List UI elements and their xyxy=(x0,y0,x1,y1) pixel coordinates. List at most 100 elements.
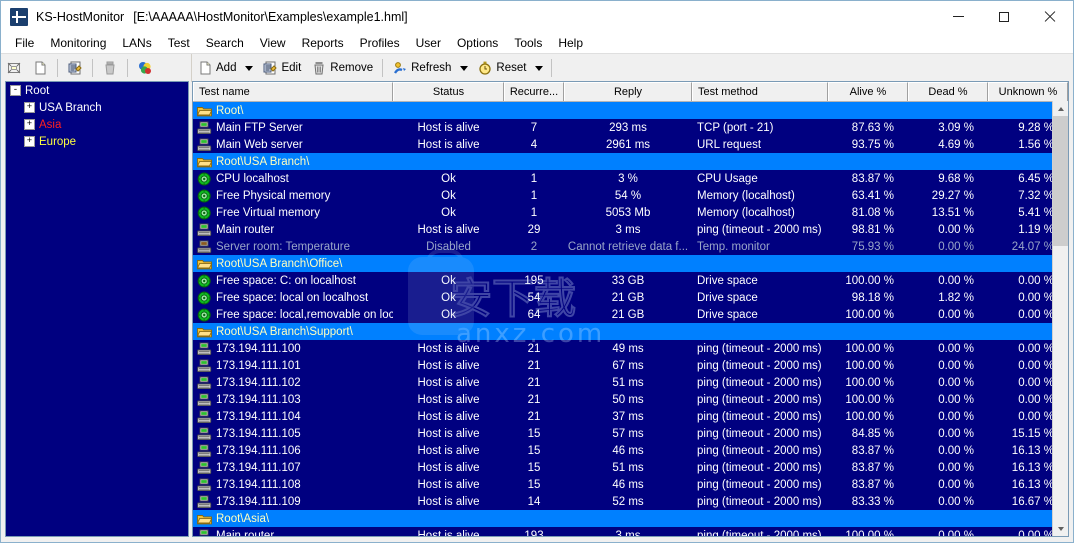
menu-item-options[interactable]: Options xyxy=(449,34,506,52)
menu-item-lans[interactable]: LANs xyxy=(114,34,159,52)
table-row[interactable]: Main FTP ServerHost is alive7293 msTCP (… xyxy=(193,119,1068,136)
test-name: Free space: local,removable on loc... xyxy=(216,309,393,321)
vertical-scrollbar[interactable] xyxy=(1052,101,1068,536)
folder-group-row[interactable]: Root\ xyxy=(193,102,1068,119)
menu-item-profiles[interactable]: Profiles xyxy=(352,34,408,52)
tree-expand-icon[interactable]: + xyxy=(24,119,35,130)
table-row[interactable]: 173.194.111.101Host is alive2167 msping … xyxy=(193,357,1068,374)
column-header-recurre[interactable]: Recurre... xyxy=(504,82,564,101)
column-header-alive[interactable]: Alive % xyxy=(828,82,908,101)
tree-node-usa-branch[interactable]: +USA Branch xyxy=(6,99,188,116)
cell-dead: 0.00 % xyxy=(908,377,988,389)
new-folder-button[interactable] xyxy=(2,56,26,80)
refresh-icon xyxy=(392,60,408,76)
menu-item-help[interactable]: Help xyxy=(550,34,591,52)
column-header-test-name[interactable]: Test name xyxy=(193,82,393,101)
delete-button[interactable] xyxy=(98,56,122,80)
table-row[interactable]: 173.194.111.109Host is alive1452 msping … xyxy=(193,493,1068,510)
tree-node-europe[interactable]: +Europe xyxy=(6,133,188,150)
table-row[interactable]: Free space: local,removable on loc...Ok6… xyxy=(193,306,1068,323)
table-row[interactable]: Main routerHost is alive293 msping (time… xyxy=(193,221,1068,238)
cell-dead: 1.82 % xyxy=(908,292,988,304)
menu-item-view[interactable]: View xyxy=(252,34,294,52)
column-header-test-method[interactable]: Test method xyxy=(692,82,828,101)
menu-item-user[interactable]: User xyxy=(408,34,449,52)
add-dropdown[interactable] xyxy=(241,56,257,80)
table-row[interactable]: Free Physical memoryOk154 %Memory (local… xyxy=(193,187,1068,204)
folder-group-row[interactable]: Root\USA Branch\ xyxy=(193,153,1068,170)
cell-reply: 21 GB xyxy=(564,292,692,304)
tree-node-root[interactable]: -Root xyxy=(6,82,188,99)
table-row[interactable]: Server room: TemperatureDisabled2Cannot … xyxy=(193,238,1068,255)
palette-button[interactable] xyxy=(133,56,157,80)
folder-group-row[interactable]: Root\Asia\ xyxy=(193,510,1068,527)
table-row[interactable]: 173.194.111.105Host is alive1557 msping … xyxy=(193,425,1068,442)
table-row[interactable]: Main Web serverHost is alive42961 msURL … xyxy=(193,136,1068,153)
table-row[interactable]: 173.194.111.106Host is alive1546 msping … xyxy=(193,442,1068,459)
add-button[interactable]: Add xyxy=(193,56,240,80)
cell-dead: 0.00 % xyxy=(908,275,988,287)
folder-group-row[interactable]: Root\USA Branch\Support\ xyxy=(193,323,1068,340)
reset-dropdown[interactable] xyxy=(531,56,547,80)
table-row[interactable]: CPU localhostOk13 %CPU Usage83.87 %9.68 … xyxy=(193,170,1068,187)
tree-expand-icon[interactable]: + xyxy=(24,102,35,113)
scrollbar-thumb[interactable] xyxy=(1053,116,1068,246)
edit-button[interactable]: Edit xyxy=(258,56,305,80)
column-header-dead[interactable]: Dead % xyxy=(908,82,988,101)
menu-item-file[interactable]: File xyxy=(7,34,42,52)
table-row[interactable]: 173.194.111.100Host is alive2149 msping … xyxy=(193,340,1068,357)
cell-alive: 63.41 % xyxy=(828,190,908,202)
folder-tree-panel[interactable]: -Root+USA Branch+Asia+Europe xyxy=(5,81,189,537)
minimize-button[interactable] xyxy=(935,1,981,32)
reset-button[interactable]: Reset xyxy=(473,56,530,80)
tree-node-asia[interactable]: +Asia xyxy=(6,116,188,133)
tree-collapse-icon[interactable]: - xyxy=(10,85,21,96)
scroll-down-button[interactable] xyxy=(1053,521,1068,536)
menu-item-monitoring[interactable]: Monitoring xyxy=(42,34,114,52)
cell-alive: 84.85 % xyxy=(828,428,908,440)
table-row[interactable]: 173.194.111.104Host is alive2137 msping … xyxy=(193,408,1068,425)
menu-item-test[interactable]: Test xyxy=(160,34,198,52)
folder-icon xyxy=(197,257,212,271)
remove-label: Remove xyxy=(330,62,373,74)
test-name: 173.194.111.102 xyxy=(216,377,301,389)
gauge-icon xyxy=(197,291,212,305)
table-row[interactable]: 173.194.111.108Host is alive1546 msping … xyxy=(193,476,1068,493)
table-row[interactable]: Main routerHost is alive1933 msping (tim… xyxy=(193,527,1068,536)
properties-button[interactable] xyxy=(63,56,87,80)
remove-button[interactable]: Remove xyxy=(307,56,377,80)
refresh-dropdown[interactable] xyxy=(456,56,472,80)
refresh-button[interactable]: Refresh xyxy=(388,56,455,80)
test-name: Root\Asia\ xyxy=(216,513,269,525)
test-name: 173.194.111.107 xyxy=(216,462,301,474)
cell-status: Host is alive xyxy=(393,122,504,134)
test-name: 173.194.111.104 xyxy=(216,411,301,423)
cell-alive: 93.75 % xyxy=(828,139,908,151)
tree-expand-icon[interactable]: + xyxy=(24,136,35,147)
cell-reply: 51 ms xyxy=(564,462,692,474)
table-row[interactable]: 173.194.111.103Host is alive2150 msping … xyxy=(193,391,1068,408)
menu-item-tools[interactable]: Tools xyxy=(506,34,550,52)
close-button[interactable] xyxy=(1027,1,1073,32)
column-header-unknown[interactable]: Unknown % xyxy=(988,82,1068,101)
test-name: 173.194.111.100 xyxy=(216,343,301,355)
maximize-button[interactable] xyxy=(981,1,1027,32)
cell-status: Host is alive xyxy=(393,343,504,355)
column-header-status[interactable]: Status xyxy=(393,82,504,101)
table-row[interactable]: 173.194.111.107Host is alive1551 msping … xyxy=(193,459,1068,476)
window-controls xyxy=(935,1,1073,32)
cell-reply: 3 ms xyxy=(564,530,692,537)
cell-alive: 83.87 % xyxy=(828,445,908,457)
list-rows[interactable]: 安下载 anxz.com Root\Main FTP ServerHost is… xyxy=(193,102,1068,536)
new-document-button[interactable] xyxy=(28,56,52,80)
table-row[interactable]: Free Virtual memoryOk15053 MbMemory (loc… xyxy=(193,204,1068,221)
table-row[interactable]: Free space: local on localhostOk5421 GBD… xyxy=(193,289,1068,306)
folder-group-row[interactable]: Root\USA Branch\Office\ xyxy=(193,255,1068,272)
menu-item-reports[interactable]: Reports xyxy=(294,34,352,52)
column-header-reply[interactable]: Reply xyxy=(564,82,692,101)
scroll-up-button[interactable] xyxy=(1053,101,1068,116)
menu-item-search[interactable]: Search xyxy=(198,34,252,52)
table-row[interactable]: Free space: C: on localhostOk19533 GBDri… xyxy=(193,272,1068,289)
properties-icon xyxy=(67,60,83,76)
table-row[interactable]: 173.194.111.102Host is alive2151 msping … xyxy=(193,374,1068,391)
